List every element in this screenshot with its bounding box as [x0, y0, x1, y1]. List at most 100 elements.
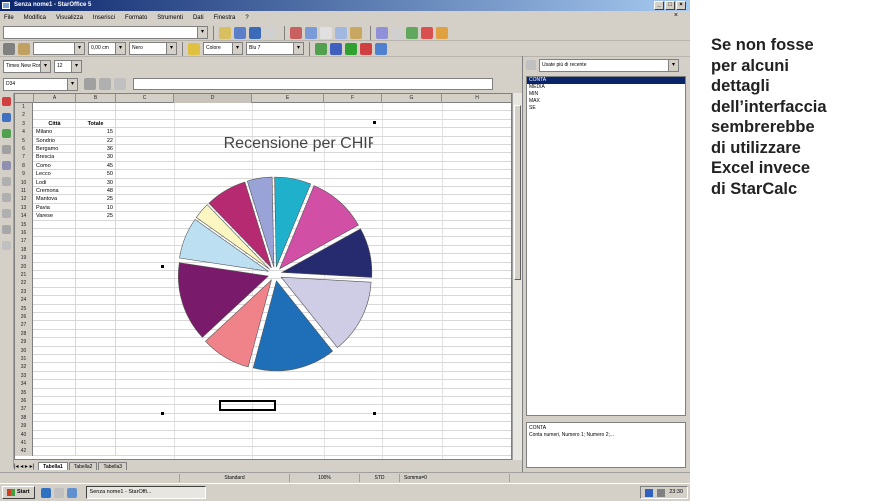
row-header[interactable]: 13	[15, 203, 33, 213]
column-header[interactable]: F	[324, 94, 382, 103]
equals-icon[interactable]	[114, 78, 126, 90]
function-item[interactable]: MIN	[527, 91, 685, 98]
navigator-icon[interactable]	[406, 26, 418, 39]
cell-total[interactable]	[76, 397, 116, 406]
line-style-icon[interactable]	[18, 42, 30, 55]
print-icon[interactable]	[290, 26, 302, 39]
row-header[interactable]: 5	[15, 136, 33, 145]
tab-tabella3[interactable]: Tabella3	[98, 462, 128, 470]
cell-city[interactable]: Como	[34, 161, 76, 171]
line-style-combo[interactable]	[33, 42, 85, 55]
name-box[interactable]: D34	[3, 77, 78, 91]
anchor-icon[interactable]	[330, 42, 342, 55]
select-all-corner[interactable]	[15, 94, 34, 103]
insert-function-icon[interactable]	[526, 60, 536, 70]
cell-city[interactable]	[34, 279, 76, 288]
menu-dati[interactable]: Dati	[193, 15, 204, 21]
cell-city[interactable]	[34, 363, 76, 372]
cell-city[interactable]	[34, 422, 76, 431]
cell-total[interactable]: 30	[76, 153, 116, 162]
cell-city[interactable]: Varese	[34, 212, 76, 221]
cell-total[interactable]	[76, 262, 116, 271]
select-icon[interactable]	[3, 42, 15, 55]
cell-city[interactable]	[34, 321, 76, 330]
row-header[interactable]: 34	[15, 380, 33, 389]
row-header[interactable]: 35	[15, 388, 33, 397]
cell-total[interactable]: 45	[76, 161, 116, 171]
insert-icon[interactable]	[2, 97, 11, 106]
row-header[interactable]: 12	[15, 195, 33, 204]
menu-modifica[interactable]: Modifica	[24, 15, 46, 21]
cell-city[interactable]	[34, 439, 76, 448]
tab-tabella1[interactable]: Tabella1	[38, 462, 68, 470]
row-header[interactable]: 30	[15, 346, 33, 355]
row-header[interactable]: 40	[15, 430, 33, 439]
table-row[interactable]: 40	[15, 430, 511, 439]
row-header[interactable]: 27	[15, 321, 33, 330]
cell-total[interactable]: 36	[76, 145, 116, 154]
insert-object-icon[interactable]	[2, 113, 11, 122]
vertical-scrollbar[interactable]	[512, 93, 522, 460]
menu-file[interactable]: File	[4, 15, 14, 21]
save-icon[interactable]	[249, 26, 261, 39]
cell-city[interactable]	[34, 355, 76, 364]
row-header[interactable]: 38	[15, 413, 33, 423]
edit-icon[interactable]	[264, 26, 276, 39]
cell-total[interactable]	[76, 229, 116, 238]
scroll-thumb[interactable]	[514, 105, 521, 280]
cell-total[interactable]	[76, 321, 116, 330]
row-header[interactable]: 6	[15, 145, 33, 154]
desktop-icon[interactable]	[53, 487, 64, 498]
cell-city[interactable]	[34, 405, 76, 414]
cell-city[interactable]: Brescia	[34, 153, 76, 162]
cell-city[interactable]	[34, 447, 76, 456]
menu-finestra[interactable]: Finestra	[214, 15, 236, 21]
cell-total[interactable]: 50	[76, 170, 116, 179]
maximize-button[interactable]: □	[665, 1, 675, 10]
cell-total[interactable]: 48	[76, 187, 116, 196]
cell-total[interactable]: 25	[76, 212, 116, 221]
selection-handle[interactable]	[373, 121, 376, 124]
cell-total[interactable]	[76, 422, 116, 431]
column-header[interactable]: D	[174, 94, 252, 103]
cut-icon[interactable]	[320, 26, 332, 39]
cell-total[interactable]	[76, 304, 116, 313]
column-header[interactable]: E	[252, 94, 324, 103]
table-row[interactable]: 39	[15, 422, 511, 431]
row-header[interactable]: 17	[15, 237, 33, 246]
datasource-icon[interactable]	[436, 26, 448, 39]
show-draw-icon[interactable]	[2, 241, 11, 250]
tab-tabella2[interactable]: Tabella2	[68, 462, 98, 470]
menu-strumenti[interactable]: Strumenti	[157, 15, 183, 21]
shadow-icon[interactable]	[315, 42, 327, 55]
row-header[interactable]: 2	[15, 111, 33, 120]
cell-city[interactable]: Pavia	[34, 203, 76, 213]
autofilter-icon[interactable]	[2, 209, 11, 218]
close-button[interactable]: ×	[676, 1, 686, 10]
column-header[interactable]: H	[442, 94, 511, 103]
spreadsheet-grid[interactable]: A B C D E F G H 1 2 3 Città Totale 4 Milano 15 5…	[14, 93, 512, 460]
sort-asc-icon[interactable]	[2, 177, 11, 186]
cell-city[interactable]	[34, 254, 76, 263]
function-list[interactable]: CONTA MEDIA MIN MAX SE	[526, 76, 686, 416]
cell-total[interactable]	[76, 405, 116, 414]
cell-total[interactable]: 25	[76, 195, 116, 204]
row-header[interactable]: 39	[15, 422, 33, 431]
cell-city[interactable]	[34, 262, 76, 271]
outlook-icon[interactable]	[66, 487, 77, 498]
area-icon[interactable]	[188, 42, 200, 55]
form-icon[interactable]	[2, 145, 11, 154]
cell-total[interactable]	[76, 296, 116, 305]
row-header[interactable]: 10	[15, 178, 33, 187]
cell-city[interactable]	[34, 103, 76, 112]
network-icon[interactable]	[645, 488, 654, 497]
taskbar-item-staroffice[interactable]: Senza nome1 - StarOffi...	[85, 486, 206, 499]
cell-city[interactable]	[34, 237, 76, 246]
cell-total[interactable]	[76, 447, 116, 456]
cell-city[interactable]	[34, 413, 76, 423]
align-icon[interactable]	[375, 42, 387, 55]
cell-total[interactable]	[76, 220, 116, 229]
row-header[interactable]: 3	[15, 119, 33, 129]
cell-city[interactable]	[34, 371, 76, 381]
cell-total[interactable]	[76, 103, 116, 112]
